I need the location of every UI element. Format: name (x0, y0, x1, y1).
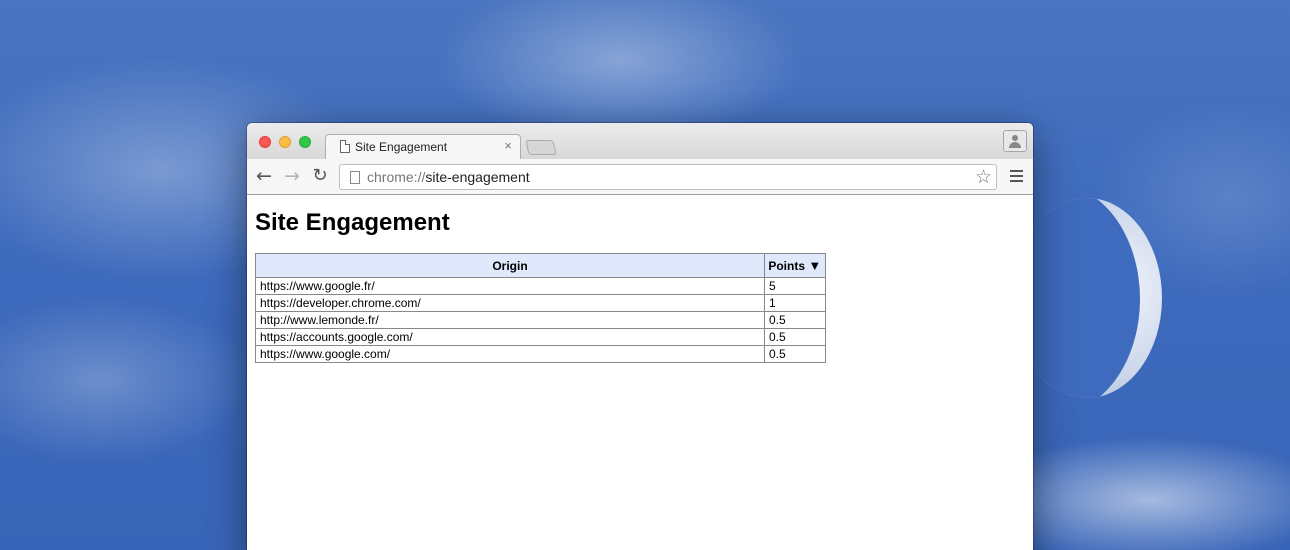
origin-cell: http://www.lemonde.fr/ (255, 311, 765, 329)
points-cell: 5 (764, 277, 826, 295)
origin-cell: https://www.google.fr/ (255, 277, 765, 295)
minimize-window-button[interactable] (279, 136, 291, 148)
tab-close-icon[interactable]: × (504, 138, 512, 153)
table-row: http://www.lemonde.fr/ 0.5 (255, 311, 826, 329)
new-tab-button[interactable] (525, 140, 557, 155)
title-bar: Site Engagement × (247, 123, 1033, 160)
maximize-window-button[interactable] (299, 136, 311, 148)
origin-cell: https://accounts.google.com/ (255, 328, 765, 346)
points-cell: 1 (764, 294, 826, 312)
table-row: https://www.google.com/ 0.5 (255, 345, 826, 363)
table-header-row: Origin Points ▼ (255, 253, 826, 278)
tab-site-engagement[interactable]: Site Engagement × (325, 134, 521, 160)
url-text[interactable]: chrome://site-engagement (367, 169, 530, 185)
points-column-header[interactable]: Points ▼ (764, 253, 826, 278)
profile-icon[interactable] (1003, 130, 1027, 152)
browser-window: Site Engagement × ← → ↻ chrome://site-en… (247, 123, 1033, 550)
menu-icon[interactable] (1010, 170, 1023, 182)
close-window-button[interactable] (259, 136, 271, 148)
address-bar[interactable]: chrome://site-engagement ☆ (339, 164, 997, 190)
origin-header-label: Origin (492, 258, 528, 273)
forward-icon[interactable]: → (282, 166, 302, 186)
page-icon (340, 140, 350, 153)
back-icon[interactable]: ← (254, 166, 274, 186)
moon-wallpaper (1012, 198, 1162, 398)
engagement-table: Origin Points ▼ https://www.google.fr/ 5… (255, 253, 826, 363)
page-content: Site Engagement Origin Points ▼ https://… (247, 195, 1033, 377)
page-icon (350, 171, 360, 184)
origin-cell: https://developer.chrome.com/ (255, 294, 765, 312)
table-row: https://www.google.fr/ 5 (255, 277, 826, 295)
url-path: site-engagement (425, 169, 530, 185)
origin-column-header[interactable]: Origin (255, 253, 765, 278)
page-title: Site Engagement (255, 209, 450, 236)
sort-descending-icon: ▼ (808, 258, 822, 273)
table-row: https://developer.chrome.com/ 1 (255, 294, 826, 312)
tab-title: Site Engagement (355, 140, 448, 154)
points-header-label: Points (768, 259, 806, 273)
table-row: https://accounts.google.com/ 0.5 (255, 328, 826, 346)
toolbar: ← → ↻ chrome://site-engagement ☆ (247, 159, 1033, 195)
points-cell: 0.5 (764, 345, 826, 363)
bookmark-star-icon[interactable]: ☆ (975, 166, 992, 188)
reload-icon[interactable]: ↻ (310, 166, 330, 186)
origin-cell: https://www.google.com/ (255, 345, 765, 363)
points-cell: 0.5 (764, 328, 826, 346)
points-cell: 0.5 (764, 311, 826, 329)
url-scheme: chrome:// (367, 169, 426, 185)
